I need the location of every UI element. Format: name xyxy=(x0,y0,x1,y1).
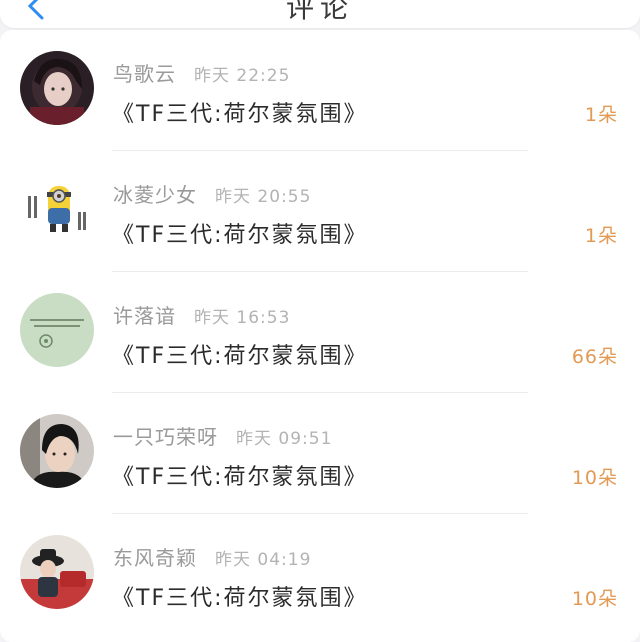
avatar[interactable] xyxy=(20,51,94,125)
comment-row[interactable]: 东风奇颖 昨天 04:19 《TF三代:荷尔蒙氛围》 10朵 xyxy=(0,514,640,635)
comment-time: 昨天 20:55 xyxy=(215,187,312,207)
comment-row[interactable]: 一只巧荣呀 昨天 09:51 《TF三代:荷尔蒙氛围》 10朵 xyxy=(0,393,640,514)
commenter-name[interactable]: 鸟歌云 xyxy=(113,62,176,86)
flower-count[interactable]: 66朵 xyxy=(572,342,618,369)
avatar[interactable] xyxy=(20,293,94,367)
comment-time: 昨天 09:51 xyxy=(236,429,333,449)
comment-text: 《TF三代:荷尔蒙氛围》 xyxy=(112,465,368,490)
comment-text: 《TF三代:荷尔蒙氛围》 xyxy=(112,102,368,127)
comment-row[interactable]: 许落谙 昨天 16:53 《TF三代:荷尔蒙氛围》 66朵 xyxy=(0,272,640,393)
commenter-name[interactable]: 冰菱少女 xyxy=(113,183,197,207)
avatar[interactable] xyxy=(20,535,94,609)
comment-text: 《TF三代:荷尔蒙氛围》 xyxy=(112,344,368,369)
comment-text: 《TF三代:荷尔蒙氛围》 xyxy=(112,586,368,611)
top-bar: 评论 xyxy=(0,0,640,28)
comment-list: 鸟歌云 昨天 22:25 《TF三代:荷尔蒙氛围》 1朵 冰菱少女 昨天 20:… xyxy=(0,30,640,642)
commenter-name[interactable]: 许落谙 xyxy=(113,304,176,328)
commenter-name[interactable]: 一只巧荣呀 xyxy=(113,425,218,449)
avatar[interactable] xyxy=(20,414,94,488)
flower-count[interactable]: 10朵 xyxy=(572,584,618,611)
page-title: 评论 xyxy=(285,0,354,24)
avatar[interactable] xyxy=(20,172,94,246)
comment-row[interactable]: 鸟歌云 昨天 22:25 《TF三代:荷尔蒙氛围》 1朵 xyxy=(0,30,640,151)
comment-time: 昨天 04:19 xyxy=(215,550,312,570)
flower-count[interactable]: 1朵 xyxy=(585,221,618,248)
comment-time: 昨天 16:53 xyxy=(194,308,291,328)
commenter-name[interactable]: 东风奇颖 xyxy=(113,546,197,570)
flower-count[interactable]: 10朵 xyxy=(572,463,618,490)
comment-time: 昨天 22:25 xyxy=(194,66,291,86)
comment-row[interactable]: 冰菱少女 昨天 20:55 《TF三代:荷尔蒙氛围》 1朵 xyxy=(0,151,640,272)
flower-count[interactable]: 1朵 xyxy=(585,100,618,127)
comment-text: 《TF三代:荷尔蒙氛围》 xyxy=(112,223,368,248)
